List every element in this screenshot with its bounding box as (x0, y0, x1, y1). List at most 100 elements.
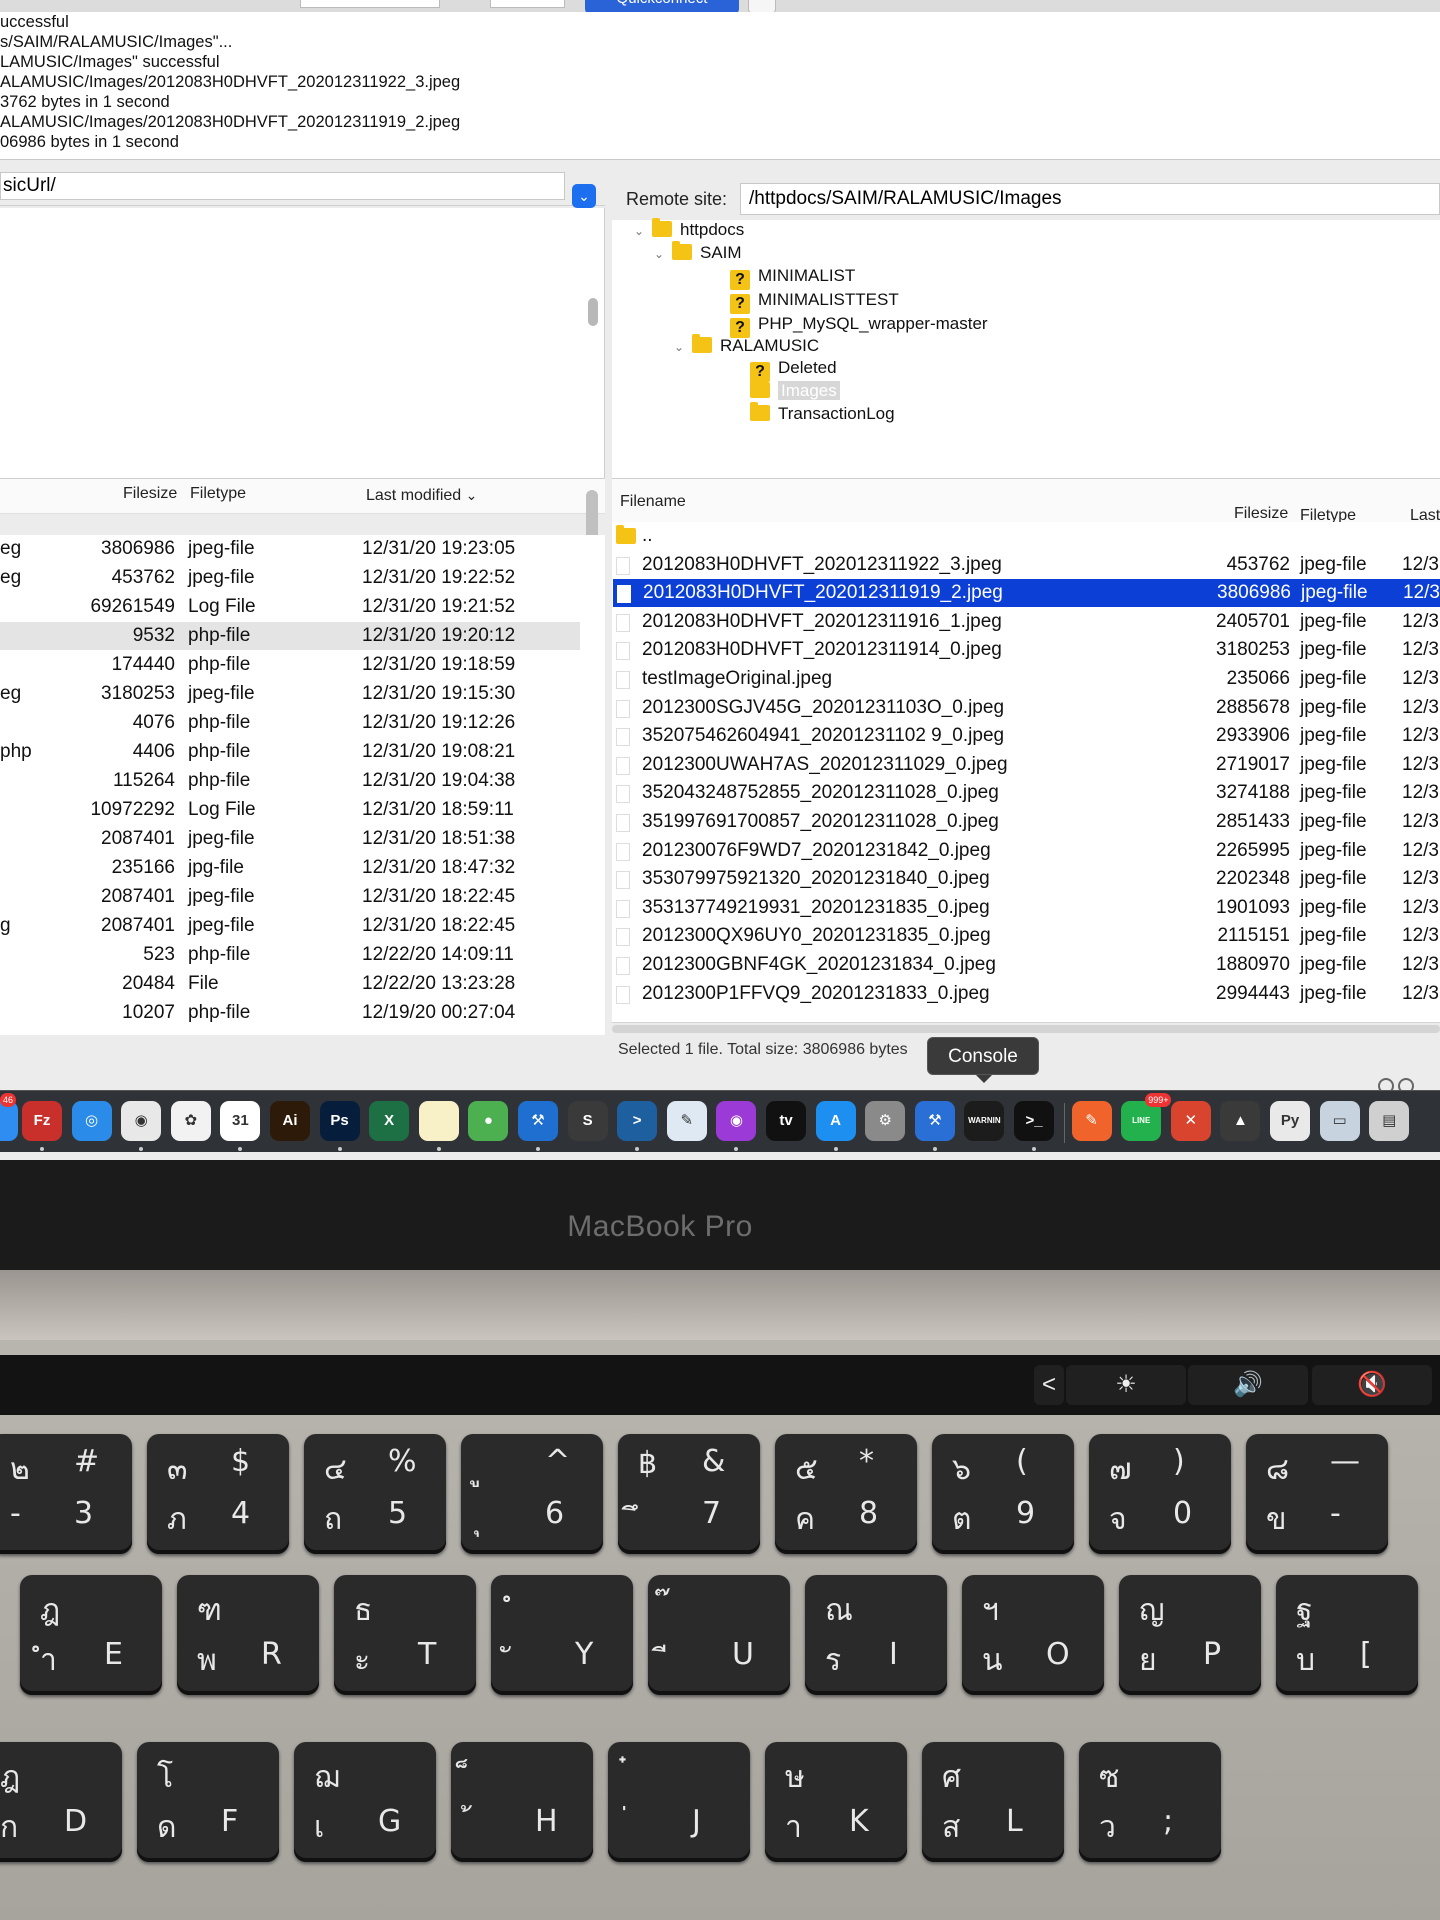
maps-icon[interactable]: ● (468, 1101, 509, 1141)
local-file-row[interactable]: php 4406 php-file 12/31/20 19:08:21 (0, 738, 605, 766)
local-file-row[interactable]: 10972292 Log File 12/31/20 18:59:11 (0, 796, 605, 824)
home-row-key[interactable]: ษา K (765, 1742, 907, 1862)
local-file-row[interactable]: eg 3180253 jpeg-file 12/31/20 19:15:30 (0, 680, 605, 708)
illustrator-icon[interactable]: Ai (270, 1101, 310, 1141)
local-file-row[interactable]: 2087401 jpeg-file 12/31/20 18:22:45 (0, 883, 605, 911)
home-row-key[interactable]: ซว; (1079, 1742, 1221, 1862)
number-row-key[interactable]: ๘ — ข - (1246, 1434, 1388, 1554)
terminal-icon[interactable]: >_ (1014, 1101, 1054, 1141)
local-site-input[interactable]: sicUrl/ (0, 172, 565, 200)
rocket-icon[interactable]: ▲ (1220, 1101, 1261, 1141)
chevron-down-icon[interactable]: ⌄ (634, 219, 652, 243)
top-letter-row-key[interactable]: ฐบ [ (1276, 1575, 1418, 1695)
horizontal-scrollbar[interactable] (612, 1025, 1440, 1033)
excel-icon[interactable]: X (369, 1101, 410, 1141)
column-filetype[interactable]: Filetype (190, 485, 246, 503)
tree-node-images[interactable]: Images (750, 379, 840, 403)
home-row-key[interactable]: ฎก D (0, 1742, 122, 1862)
remote-file-row[interactable]: 353079975921320_20201231840_0.jpeg 220234… (612, 865, 1440, 893)
top-letter-row-key[interactable]: ๊ีU (648, 1575, 790, 1695)
tree-node-httpdocs[interactable]: ⌄ httpdocs (634, 218, 744, 242)
python-icon[interactable]: Py (1270, 1101, 1310, 1141)
tree-node-minimalist[interactable]: ? MINIMALIST (730, 264, 855, 290)
home-row-key[interactable]: โด F (137, 1742, 279, 1862)
preview-icon[interactable]: ✎ (666, 1101, 707, 1141)
password-field[interactable] (490, 0, 565, 8)
local-file-row[interactable]: 2087401 jpeg-file 12/31/20 18:51:38 (0, 825, 605, 853)
instruments-icon[interactable]: ⚒ (914, 1101, 955, 1141)
remote-file-row[interactable]: 2012300SGJV45G_20201231103O_0.jpeg 288567… (612, 694, 1440, 722)
local-file-row[interactable]: g 2087401 jpeg-file 12/31/20 18:22:45 (0, 912, 605, 940)
remote-file-row[interactable]: 351997691700857_202012311028_0.jpeg 28514… (612, 808, 1440, 836)
touch-bar[interactable]: < ☀ 🔊 🔇 (0, 1355, 1440, 1415)
top-letter-row-key[interactable]: ํัY (491, 1575, 633, 1695)
remote-file-row[interactable]: 2012300UWAH7AS_202012311029_0.jpeg 271901… (612, 751, 1440, 779)
column-last-modified[interactable]: Last modified ⌄ (366, 487, 477, 505)
volume-icon[interactable]: 🔊 (1188, 1365, 1308, 1405)
vscode-like-icon[interactable]: > (617, 1101, 658, 1141)
home-row-key[interactable]: ๋่J (608, 1742, 750, 1862)
local-file-row[interactable]: 115264 php-file 12/31/20 19:04:38 (0, 767, 605, 795)
column-filename[interactable]: Filename (620, 493, 686, 511)
local-file-row[interactable]: 235166 jpg-file 12/31/20 18:47:32 (0, 854, 605, 882)
local-file-row[interactable]: 4076 php-file 12/31/20 19:12:26 (0, 709, 605, 737)
top-letter-row-key[interactable]: ณร I (805, 1575, 947, 1695)
mute-icon[interactable]: 🔇 (1312, 1365, 1432, 1405)
remote-file-row[interactable]: 2012300P1FFVQ9_20201231833_0.jpeg 2994443… (612, 980, 1440, 1008)
local-file-row[interactable]: 69261549 Log File 12/31/20 19:21:52 (0, 593, 605, 621)
port-field[interactable] (300, 0, 440, 8)
number-row-key[interactable]: ฿&ึ7 (618, 1434, 760, 1554)
tree-node-php-mysql-wrapper-master[interactable]: ? PHP_MySQL_wrapper-master (730, 312, 988, 338)
local-directory-tree[interactable] (0, 208, 605, 478)
remote-file-row[interactable]: 2012083H0DHVFT_202012311922_3.jpeg 453762… (612, 551, 1440, 579)
documents-icon[interactable]: ▤ (1369, 1101, 1410, 1141)
app-store-icon[interactable]: A (815, 1101, 856, 1141)
remote-file-row[interactable]: 2012300GBNF4GK_20201231834_0.jpeg 1880970… (612, 951, 1440, 979)
tree-node-minimalisttest[interactable]: ? MINIMALISTTEST (730, 288, 899, 314)
column-filesize[interactable]: Filesize (123, 485, 177, 503)
tree-node-ralamusic[interactable]: ⌄ RALAMUSIC (674, 334, 819, 358)
top-letter-row-key[interactable]: ฎำ E (20, 1575, 162, 1695)
top-letter-row-key[interactable]: ญย P (1119, 1575, 1261, 1695)
calendar-icon[interactable]: 31 (220, 1101, 261, 1141)
safari-icon[interactable]: ◎ (71, 1101, 112, 1141)
local-file-row[interactable]: 9532 php-file 12/31/20 19:20:12 (0, 622, 580, 650)
remote-desktop-icon[interactable]: ✕ (1170, 1101, 1211, 1141)
number-row-key[interactable]: ๓ $ ภ 4 (147, 1434, 289, 1554)
top-letter-row-key[interactable]: ฯน O (962, 1575, 1104, 1695)
message-log[interactable]: uccessful s/SAIM/RALAMUSIC/Images"... LA… (0, 12, 1440, 160)
home-row-key[interactable]: ็้H (451, 1742, 593, 1862)
photoshop-icon[interactable]: Ps (319, 1101, 360, 1141)
line-icon[interactable]: LINE (1121, 1101, 1162, 1141)
remote-site-input[interactable]: /httpdocs/SAIM/RALAMUSIC/Images (740, 183, 1440, 215)
remote-file-row[interactable]: testImageOriginal.jpeg 235066 jpeg-file 12/… (612, 665, 1440, 693)
remote-file-row[interactable]: 2012083H0DHVFT_202012311916_1.jpeg 240570… (612, 608, 1440, 636)
home-row-key[interactable]: ศส L (922, 1742, 1064, 1862)
number-row-key[interactable]: ๒ # - 3 (0, 1434, 132, 1554)
system-preferences-icon[interactable]: ⚙ (865, 1101, 906, 1141)
remote-file-row[interactable]: 2012300QX96UY0_20201231835_0.jpeg 2115151… (612, 922, 1440, 950)
local-file-row[interactable]: 174440 php-file 12/31/20 19:18:59 (0, 651, 605, 679)
finder-icon[interactable] (0, 1101, 18, 1141)
parent-directory-row[interactable]: .. (612, 522, 1440, 550)
number-row-key[interactable]: ๗) จ 0 (1089, 1434, 1231, 1554)
collapse-control-strip-icon[interactable]: < (1034, 1365, 1064, 1405)
local-file-row[interactable]: 523 php-file 12/22/20 14:09:11 (0, 941, 605, 969)
home-row-key[interactable]: ฌเ G (294, 1742, 436, 1862)
remote-file-list[interactable]: .. 2012083H0DHVFT_202012311922_3.jpeg 4537… (612, 522, 1440, 1022)
podcasts-icon[interactable]: ◉ (716, 1101, 757, 1141)
number-row-key[interactable]: ู^ุ6 (461, 1434, 603, 1554)
chevron-down-icon[interactable]: ⌄ (654, 242, 672, 266)
remote-file-row[interactable]: 353137749219931_20201231835_0.jpeg 190109… (612, 894, 1440, 922)
remote-file-row[interactable]: 2012083H0DHVFT_202012311919_2.jpeg 380698… (613, 579, 1440, 608)
chrome-icon[interactable]: ◉ (121, 1101, 162, 1141)
top-letter-row-key[interactable]: ธะ T (334, 1575, 476, 1695)
scrollbar[interactable] (588, 298, 598, 326)
column-filesize[interactable]: Filesize (1234, 505, 1288, 523)
chevron-down-icon[interactable]: ⌄ (572, 184, 596, 208)
remote-file-row[interactable]: 201230076F9WD7_20201231842_0.jpeg 2265995… (612, 837, 1440, 865)
number-row-key[interactable]: ๕ * ค 8 (775, 1434, 917, 1554)
local-file-row[interactable]: eg 453762 jpeg-file 12/31/20 19:22:52 (0, 564, 605, 592)
top-letter-row-key[interactable]: ฑพ R (177, 1575, 319, 1695)
tree-node-saim[interactable]: ⌄ SAIM (654, 241, 742, 265)
